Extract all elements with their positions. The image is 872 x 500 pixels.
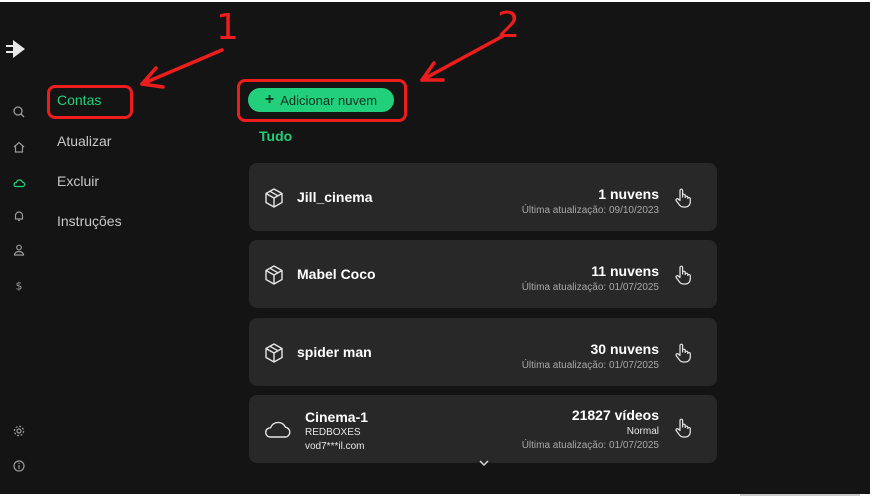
help-icon[interactable] — [12, 459, 26, 473]
last-updated: Última atualização: 01/07/2025 — [521, 282, 659, 293]
annotation-number-1: 1 — [216, 7, 239, 48]
sidebar-item-excluir[interactable]: Excluir — [57, 173, 99, 189]
settings-icon[interactable] — [12, 424, 26, 438]
video-count: 21827 vídeos — [571, 407, 659, 423]
last-updated: Última atualização: 01/07/2025 — [521, 360, 659, 371]
status-text: Normal — [626, 426, 659, 437]
cloud-icon — [263, 418, 293, 440]
cloud-icon[interactable] — [12, 176, 26, 190]
annotation-arrow-1 — [140, 48, 224, 86]
hand-pointer-icon[interactable] — [673, 417, 693, 439]
dollar-icon[interactable]: $ — [12, 278, 26, 293]
account-card[interactable]: spider man 30 nuvens Última atualização:… — [249, 318, 717, 386]
icon-rail: $ — [0, 2, 40, 494]
app-window: $ Contas Atualizar Excluir Instruções + … — [0, 2, 870, 494]
cloud-card[interactable]: Cinema-1 REDBOXES vod7***il.com 21827 ví… — [249, 395, 717, 463]
cloud-count: 1 nuvens — [598, 186, 659, 202]
cloud-count: 11 nuvens — [591, 263, 659, 279]
box-icon — [263, 187, 285, 209]
box-icon — [263, 264, 285, 286]
account-card[interactable]: Mabel Coco 11 nuvens Última atualização:… — [249, 240, 717, 308]
svg-text:$: $ — [16, 280, 23, 293]
hand-pointer-icon[interactable] — [673, 187, 693, 209]
user-icon[interactable] — [12, 243, 26, 257]
box-icon — [263, 342, 285, 364]
hand-pointer-icon[interactable] — [673, 342, 693, 364]
highlight-box-contas — [47, 85, 133, 119]
account-name: spider man — [297, 344, 372, 360]
last-updated: Última atualização: 01/07/2025 — [521, 440, 659, 451]
account-name: Jill_cinema — [297, 189, 373, 205]
cloud-count: 30 nuvens — [590, 341, 659, 357]
account-card[interactable]: Jill_cinema 1 nuvens Última atualização:… — [249, 163, 717, 231]
account-name: Mabel Coco — [297, 266, 376, 282]
home-icon[interactable] — [12, 140, 26, 154]
bottom-edge-bar — [740, 494, 860, 496]
logo-icon[interactable] — [5, 38, 29, 60]
cloud-provider: REDBOXES — [305, 427, 361, 438]
chevron-down-icon[interactable] — [478, 454, 490, 467]
highlight-box-add — [237, 79, 407, 122]
sidebar-item-instrucoes[interactable]: Instruções — [57, 213, 122, 229]
sidebar-item-atualizar[interactable]: Atualizar — [57, 133, 111, 149]
annotation-number-2: 2 — [497, 5, 520, 46]
bell-icon[interactable] — [12, 209, 26, 223]
search-icon[interactable] — [12, 105, 26, 119]
annotation-arrow-2 — [420, 34, 505, 82]
cloud-email: vod7***il.com — [305, 441, 365, 452]
tab-all[interactable]: Tudo — [259, 128, 292, 144]
hand-pointer-icon[interactable] — [673, 264, 693, 286]
cloud-name: Cinema-1 — [305, 409, 369, 425]
last-updated: Última atualização: 09/10/2023 — [521, 205, 659, 216]
